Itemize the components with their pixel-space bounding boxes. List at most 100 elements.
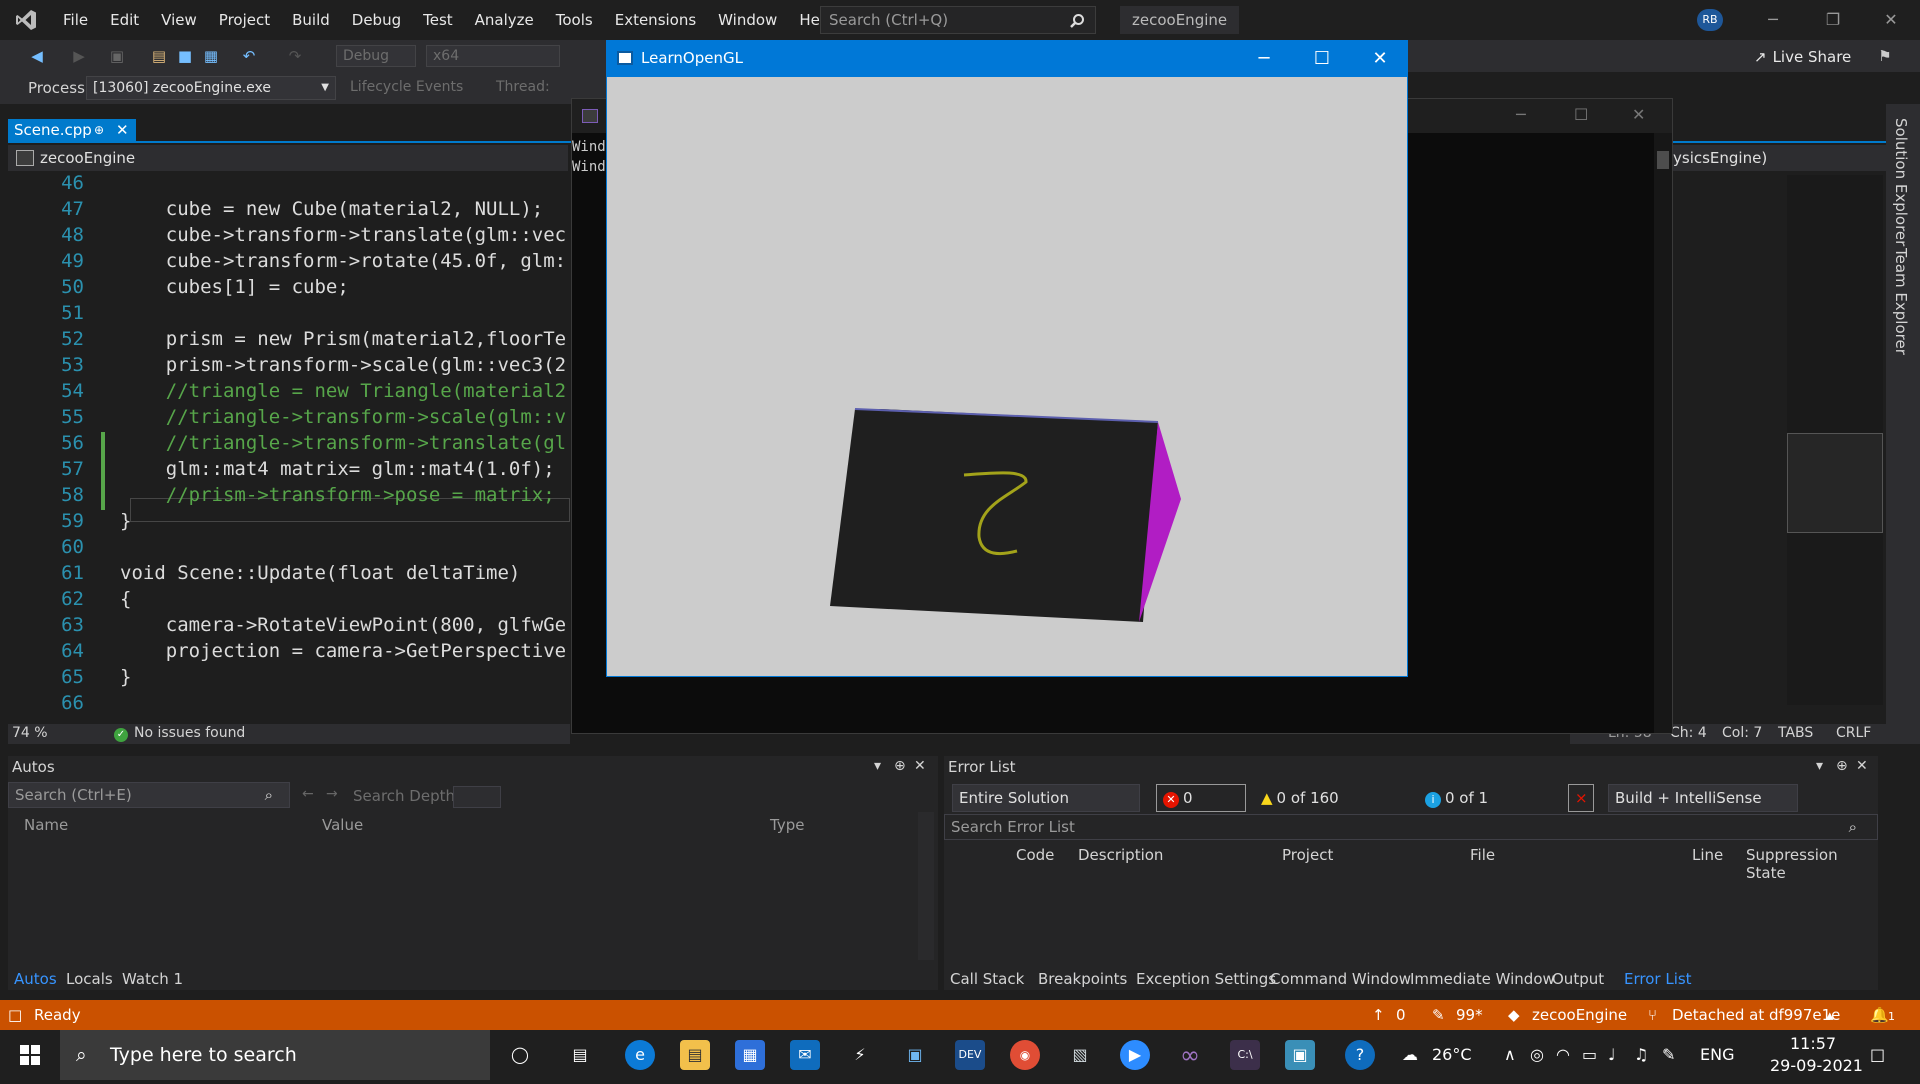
search-forward-icon[interactable]: → <box>326 786 338 802</box>
console-maximize-icon[interactable]: ☐ <box>1574 105 1588 124</box>
pin-icon[interactable]: ⊕ <box>894 758 906 774</box>
chevron-up-icon[interactable]: ▴ <box>1826 1006 1834 1024</box>
tab-watch-1[interactable]: Watch 1 <box>122 970 183 988</box>
scrollbar-thumb[interactable] <box>1657 151 1669 169</box>
menu-analyze[interactable]: Analyze <box>464 0 545 40</box>
code-line[interactable]: 51 <box>8 300 570 326</box>
search-input[interactable]: Search (Ctrl+Q) <box>820 6 1096 34</box>
back-icon[interactable]: ◀ <box>28 48 46 64</box>
line-ending-status[interactable]: CRLF <box>1836 725 1871 741</box>
tab-command-window[interactable]: Command Window <box>1270 970 1411 988</box>
file-explorer-icon[interactable]: ▤ <box>680 1040 710 1070</box>
weather-temp[interactable]: 26°C <box>1432 1045 1472 1064</box>
console-minimize-icon[interactable]: ─ <box>1516 105 1526 124</box>
column-status[interactable]: Col: 7 <box>1722 725 1762 741</box>
error-scope-select[interactable]: Entire Solution <box>952 784 1140 812</box>
char-status[interactable]: Ch: 4 <box>1670 725 1707 741</box>
output-icon[interactable]: □ <box>8 1006 22 1024</box>
clock-date[interactable]: 29-09-2021 <box>1770 1056 1863 1075</box>
wifi-icon[interactable]: ◠ <box>1556 1045 1570 1064</box>
tab-scene-cpp[interactable]: Scene.cpp ⊕ ✕ <box>8 119 136 141</box>
avatar[interactable]: RB <box>1697 9 1723 31</box>
issues-indicator[interactable]: ✓ No issues found <box>114 725 245 742</box>
autos-scrollbar[interactable] <box>918 812 934 960</box>
tab-team-explorer[interactable]: Team Explorer <box>1892 248 1910 355</box>
task-view-icon[interactable]: ▤ <box>565 1040 595 1070</box>
chevron-up-icon[interactable]: ∧ <box>1504 1045 1516 1064</box>
microphone-icon[interactable]: ♩ <box>1608 1045 1616 1064</box>
column-code[interactable]: Code <box>1016 846 1054 864</box>
column-project[interactable]: Project <box>1282 846 1333 864</box>
menu-tools[interactable]: Tools <box>545 0 604 40</box>
opengl-taskbar-icon[interactable]: ▣ <box>1285 1040 1315 1070</box>
code-line[interactable]: 64 projection = camera->GetPerspective <box>8 638 570 664</box>
project-navigation-bar[interactable]: zecooEngine <box>8 145 568 171</box>
menu-test[interactable]: Test <box>412 0 464 40</box>
opengl-maximize-icon[interactable]: ☐ <box>1293 41 1351 77</box>
camera-icon[interactable]: ◎ <box>1530 1045 1544 1064</box>
code-line[interactable]: 57 glm::mat4 matrix= glm::mat4(1.0f); <box>8 456 570 482</box>
errors-filter-button[interactable]: ✕0 Errors <box>1156 784 1246 833</box>
scope-dropdown[interactable]: ysicsEngine) <box>1673 145 1886 171</box>
code-line[interactable]: 50 cubes[1] = cube; <box>8 274 570 300</box>
redo-icon[interactable]: ↷ <box>286 48 304 64</box>
column-file[interactable]: File <box>1470 846 1495 864</box>
opengl-title-bar[interactable]: LearnOpenGL ─ ☐ ✕ <box>607 41 1407 77</box>
console-close-icon[interactable]: ✕ <box>1632 105 1645 124</box>
console-scrollbar[interactable] <box>1654 133 1672 733</box>
close-icon[interactable]: ✕ <box>1856 758 1868 774</box>
remote-desktop-icon[interactable]: ▣ <box>900 1040 930 1070</box>
store-icon[interactable]: ▦ <box>735 1040 765 1070</box>
notification-icon[interactable]: 🔔 <box>1870 1006 1889 1024</box>
live-share-button[interactable]: ↗ Live Share <box>1754 48 1851 66</box>
mail-icon[interactable]: ✉ <box>790 1040 820 1070</box>
minimap-viewport[interactable] <box>1787 433 1883 533</box>
configuration-select[interactable]: Debug <box>336 45 416 67</box>
menu-edit[interactable]: Edit <box>99 0 150 40</box>
close-icon[interactable]: ✕ <box>1868 0 1914 40</box>
chevron-down-icon[interactable]: ▾ <box>874 758 881 774</box>
chevron-down-icon[interactable]: ▾ <box>1816 758 1823 774</box>
filter-icon[interactable]: ⨯ <box>1568 784 1594 812</box>
tab-immediate-window[interactable]: Immediate Window <box>1410 970 1555 988</box>
changes-count[interactable]: 99* <box>1456 1006 1483 1024</box>
opengl-close-icon[interactable]: ✕ <box>1351 41 1409 77</box>
repository-name[interactable]: zecooEngine <box>1532 1006 1627 1024</box>
unpushed-count[interactable]: 0 <box>1396 1006 1406 1024</box>
code-line[interactable]: 55 //triangle->transform->scale(glm::v <box>8 404 570 430</box>
tab-output[interactable]: Output <box>1552 970 1604 988</box>
tab-error-list[interactable]: Error List <box>1624 970 1692 988</box>
column-value[interactable]: Value <box>322 816 363 834</box>
menu-view[interactable]: View <box>150 0 208 40</box>
feedback-icon[interactable]: ⚑ <box>1876 48 1894 64</box>
menu-window[interactable]: Window <box>707 0 788 40</box>
code-line[interactable]: 65} <box>8 664 570 690</box>
code-line[interactable]: 62 { <box>8 586 570 612</box>
code-line[interactable]: 52 prism = new Prism(material2,floorTe <box>8 326 570 352</box>
branch-icon[interactable]: ⑂ <box>1648 1006 1657 1024</box>
pin-icon[interactable]: ⊕ <box>1836 758 1848 774</box>
opengl-window[interactable]: LearnOpenGL ─ ☐ ✕ <box>606 40 1408 677</box>
taskbar-search-input[interactable]: ⌕ Type here to search <box>60 1030 490 1080</box>
minimize-icon[interactable]: ─ <box>1750 0 1796 40</box>
help-icon[interactable]: ? <box>1345 1040 1375 1070</box>
maximize-icon[interactable]: ❐ <box>1810 0 1856 40</box>
tab-locals[interactable]: Locals <box>66 970 113 988</box>
branch-name[interactable]: Detached at df997e1e <box>1672 1006 1840 1024</box>
zoom-icon[interactable]: ▶ <box>1120 1040 1150 1070</box>
messages-filter-button[interactable]: i0 of 1 Message <box>1418 784 1554 833</box>
code-line[interactable]: 49 cube->transform->rotate(45.0f, glm: <box>8 248 570 274</box>
process-select[interactable]: [13060] zecooEngine.exe ▼ <box>86 76 336 100</box>
tab-exception-settings[interactable]: Exception Settings <box>1136 970 1276 988</box>
column-line[interactable]: Line <box>1692 846 1723 864</box>
weather-icon[interactable]: ☁ <box>1402 1045 1418 1064</box>
tab-autos[interactable]: Autos <box>14 970 57 988</box>
code-line[interactable]: 60 <box>8 534 570 560</box>
pin-icon[interactable]: ⊕ <box>94 119 104 141</box>
pencil-icon[interactable]: ✎ <box>1432 1006 1445 1024</box>
undo-icon[interactable]: ↶ <box>240 48 258 64</box>
visual-studio-icon[interactable]: ∞ <box>1175 1040 1205 1070</box>
tab-breakpoints[interactable]: Breakpoints <box>1038 970 1127 988</box>
code-line[interactable]: 58 //prism->transform->pose = matrix; <box>8 482 570 508</box>
save-all-icon[interactable]: ▦ <box>202 48 220 64</box>
